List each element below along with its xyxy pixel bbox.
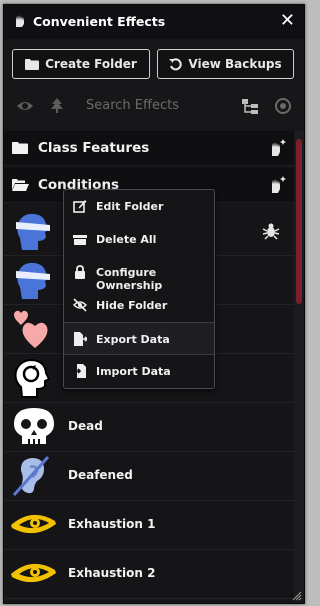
- effect-row[interactable]: Dead: [4, 403, 294, 452]
- eye-icon[interactable]: [16, 97, 34, 115]
- view-backups-label: View Backups: [188, 57, 282, 71]
- effect-row[interactable]: Exhaustion 2: [4, 550, 294, 599]
- menu-item-label: Hide Folder: [96, 299, 168, 312]
- folder-open-icon: [12, 179, 29, 191]
- menu-item-hide-folder[interactable]: Hide Folder: [64, 289, 214, 322]
- close-button[interactable]: ✕: [280, 10, 295, 31]
- hand-sparkle-icon[interactable]: [268, 138, 288, 158]
- folder-tree-icon[interactable]: [241, 97, 259, 115]
- scrollbar-thumb[interactable]: [296, 139, 302, 304]
- folder-row-class-features[interactable]: Class Features: [4, 131, 294, 166]
- effect-label: Exhaustion 1: [68, 517, 156, 531]
- blinded-head-icon: [16, 213, 50, 250]
- bug-icon[interactable]: [262, 222, 280, 240]
- menu-item-export-data[interactable]: Export Data: [64, 322, 214, 355]
- file-export-icon: [74, 332, 87, 346]
- window-title: Convenient Effects: [33, 14, 166, 29]
- yellow-eye-icon: [11, 514, 56, 534]
- deaf-ear-icon: [12, 455, 50, 497]
- folder-label: Class Features: [38, 140, 150, 156]
- tree-icon[interactable]: [48, 97, 66, 115]
- folder-context-menu: Edit Folder Delete All Configure Ownersh…: [63, 189, 215, 389]
- menu-item-edit-folder[interactable]: Edit Folder: [64, 190, 214, 223]
- undo-icon: [169, 57, 183, 70]
- menu-item-label: Import Data: [96, 365, 171, 378]
- blinded-head-icon: [16, 262, 50, 299]
- menu-item-label: Edit Folder: [96, 200, 164, 213]
- create-folder-button[interactable]: Create Folder: [12, 49, 150, 79]
- lock-icon: [75, 265, 85, 279]
- effect-label: Exhaustion 2: [68, 566, 156, 580]
- menu-item-delete-all[interactable]: Delete All: [64, 223, 214, 256]
- skull-icon: [14, 408, 54, 444]
- scrollbar[interactable]: [294, 131, 304, 601]
- menu-item-import-data[interactable]: Import Data: [64, 355, 214, 388]
- hand-sparkle-icon: [16, 15, 24, 27]
- filter-toolbar: Search Effects: [4, 91, 304, 121]
- resize-handle-icon[interactable]: [292, 591, 302, 601]
- effect-label: Dead: [68, 419, 103, 433]
- menu-item-configure-ownership[interactable]: Configure Ownership: [64, 256, 214, 292]
- create-folder-label: Create Folder: [45, 57, 137, 71]
- folder-icon: [25, 59, 40, 70]
- titlebar: Convenient Effects ✕: [4, 5, 304, 39]
- menu-item-label: Export Data: [96, 333, 170, 346]
- view-backups-button[interactable]: View Backups: [157, 49, 294, 79]
- effect-row[interactable]: Deafened: [4, 452, 294, 501]
- effect-label: Deafened: [68, 468, 133, 482]
- effect-row[interactable]: Exhaustion 1: [4, 501, 294, 550]
- menu-item-label: Delete All: [96, 233, 157, 246]
- folder-icon: [12, 142, 28, 154]
- eye-slash-icon: [73, 298, 87, 312]
- hand-sparkle-icon[interactable]: [268, 175, 288, 195]
- trash-icon: [73, 235, 87, 245]
- search-input[interactable]: Search Effects: [86, 98, 179, 113]
- edit-icon: [73, 200, 87, 213]
- head-spiral-icon: [14, 358, 51, 398]
- yellow-eye-icon: [11, 563, 56, 583]
- target-icon[interactable]: [274, 97, 292, 115]
- file-import-icon: [73, 364, 86, 378]
- hearts-icon: [14, 310, 48, 348]
